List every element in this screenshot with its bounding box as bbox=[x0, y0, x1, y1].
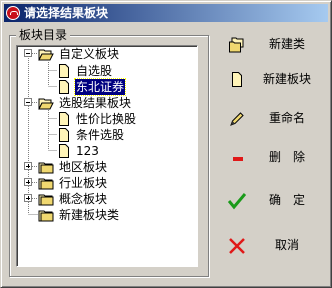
window-title: 请选择结果板块 bbox=[24, 6, 109, 20]
rename-button[interactable]: 重命名 bbox=[222, 106, 322, 130]
tree-node-industry-blocks[interactable]: 行业板块 bbox=[38, 175, 108, 191]
cancel-button[interactable]: 取消 bbox=[222, 233, 322, 257]
tree-node-condition-screen[interactable]: 条件选股 bbox=[58, 127, 125, 143]
block-doc-icon bbox=[59, 64, 69, 78]
stacked-folders-icon bbox=[229, 37, 244, 53]
closed-folder-icon bbox=[38, 210, 54, 222]
title-bar[interactable]: 请选择结果板块 bbox=[4, 4, 328, 22]
block-doc-icon bbox=[59, 144, 69, 158]
block-doc-icon bbox=[59, 112, 69, 126]
block-doc-icon bbox=[59, 80, 69, 94]
expand-toggle[interactable] bbox=[24, 162, 32, 170]
block-doc-icon bbox=[59, 128, 69, 142]
tree-node-concept-blocks[interactable]: 概念板块 bbox=[38, 191, 108, 207]
expand-toggle[interactable] bbox=[24, 178, 32, 186]
closed-folder-icon bbox=[38, 178, 54, 190]
new-block-button[interactable]: 新建板块 bbox=[222, 67, 322, 91]
tree-node-new-block-category[interactable]: 新建板块类 bbox=[38, 207, 120, 223]
close-x-icon bbox=[229, 238, 245, 254]
group-label: 板块目录 bbox=[16, 27, 71, 43]
tree-node-123[interactable]: 123 bbox=[58, 143, 100, 159]
closed-folder-icon bbox=[38, 162, 54, 174]
tree-node-favorites[interactable]: 自选股 bbox=[58, 63, 113, 79]
minus-icon bbox=[233, 157, 243, 161]
tree-node-custom-blocks[interactable]: 自定义板块 bbox=[38, 46, 120, 62]
delete-button[interactable]: 删 除 bbox=[222, 145, 322, 169]
collapse-toggle[interactable] bbox=[24, 98, 32, 106]
expand-toggle[interactable] bbox=[24, 194, 32, 202]
app-logo-icon bbox=[6, 6, 20, 20]
open-folder-icon bbox=[38, 98, 54, 110]
checkmark-icon bbox=[228, 193, 246, 210]
block-tree[interactable]: 自定义板块 自选股 东北证券 选股结果板块 性价比换股 条件选股 123 地区板… bbox=[16, 45, 198, 267]
ok-button[interactable]: 确 定 bbox=[222, 188, 322, 212]
new-category-button[interactable]: 新建类 bbox=[222, 32, 322, 56]
pencil-icon bbox=[230, 112, 244, 126]
tree-node-value-swap[interactable]: 性价比换股 bbox=[58, 111, 137, 127]
tree-node-screening-results[interactable]: 选股结果板块 bbox=[38, 95, 132, 111]
closed-folder-icon bbox=[38, 194, 54, 206]
tree-node-region-blocks[interactable]: 地区板块 bbox=[38, 159, 108, 175]
collapse-toggle[interactable] bbox=[24, 49, 32, 57]
open-folder-icon bbox=[38, 49, 54, 61]
new-doc-icon bbox=[232, 72, 242, 87]
tree-node-northeast-securities[interactable]: 东北证券 bbox=[58, 78, 127, 96]
